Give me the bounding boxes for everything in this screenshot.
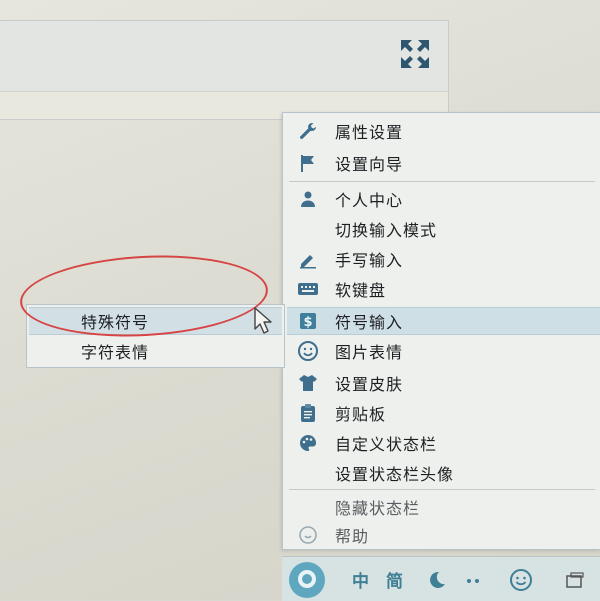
menu-item-label: 属性设置 (335, 123, 404, 142)
smiley-icon (295, 338, 321, 364)
mouse-cursor-icon (254, 307, 272, 334)
menu-item-switch-input-mode[interactable]: 切换输入模式 (287, 215, 600, 243)
menu-item-properties[interactable]: 属性设置 (287, 117, 600, 145)
menu-item-label: 软键盘 (335, 281, 387, 300)
menu-item-label: 自定义状态栏 (335, 435, 438, 454)
menu-item-status-bar-avatar[interactable]: 设置状态栏头像 (287, 459, 600, 487)
ime-logo-icon[interactable] (286, 559, 328, 601)
palette-icon (295, 430, 321, 456)
app-window (0, 20, 449, 120)
moon-icon[interactable] (426, 569, 448, 591)
menu-item-label: 隐藏状态栏 (335, 499, 421, 518)
simplified-toggle[interactable]: 简 (386, 567, 403, 592)
menu-item-label: 剪贴板 (335, 405, 387, 424)
menu-separator (289, 489, 595, 490)
flag-icon (295, 150, 321, 176)
menu-item-label: 设置状态栏头像 (335, 465, 455, 484)
menu-item-handwriting[interactable]: 手写输入 (287, 245, 600, 273)
menu-item-custom-status-bar[interactable]: 自定义状态栏 (287, 429, 600, 457)
menu-item-skin[interactable]: 设置皮肤 (287, 369, 600, 397)
menu-item-hide-status-bar[interactable]: 隐藏状态栏 (287, 493, 600, 521)
submenu-item-label: 字符表情 (81, 343, 150, 362)
menu-item-label: 图片表情 (335, 343, 404, 362)
submenu-item-character-emoticons[interactable]: 字符表情 (29, 337, 282, 365)
menu-separator (289, 181, 595, 182)
keyboard-icon (295, 276, 321, 302)
help-icon (295, 522, 321, 548)
menu-item-label: 设置皮肤 (335, 375, 404, 394)
person-icon (295, 186, 321, 212)
menu-item-label: 个人中心 (335, 191, 404, 210)
dollar-icon: $ (295, 308, 321, 334)
menu-item-label: 符号输入 (335, 313, 404, 332)
wrench-icon (295, 118, 321, 144)
menu-item-label: 设置向导 (335, 155, 404, 174)
pencil-icon (295, 246, 321, 272)
chinese-mode-toggle[interactable]: 中 (352, 567, 369, 592)
ime-status-toolbar: 中 简 (282, 556, 600, 601)
menu-item-personal-center[interactable]: 个人中心 (287, 185, 600, 213)
menu-item-label: 切换输入模式 (335, 221, 438, 240)
punctuation-icon[interactable] (462, 569, 484, 591)
menu-item-emoji[interactable]: 图片表情 (287, 337, 600, 365)
window-icon[interactable] (564, 569, 586, 591)
shirt-icon (295, 370, 321, 396)
menu-item-help[interactable]: 帮助 (287, 521, 600, 549)
menu-item-clipboard[interactable]: 剪贴板 (287, 399, 600, 427)
fullscreen-icon[interactable] (398, 37, 432, 71)
svg-text:$: $ (303, 315, 312, 330)
menu-item-soft-keyboard[interactable]: 软键盘 (287, 275, 600, 303)
app-titlebar (0, 21, 448, 92)
menu-item-symbol-input[interactable]: $ 符号输入 (287, 307, 600, 335)
ime-context-menu: 属性设置 设置向导 个人中心 切换输入模式 手写输入 软键盘 $ 符号输入 图片… (282, 112, 600, 550)
clipboard-icon (295, 400, 321, 426)
menu-item-wizard[interactable]: 设置向导 (287, 149, 600, 177)
menu-item-label: 帮助 (335, 527, 370, 546)
smiley-icon[interactable] (508, 567, 534, 593)
menu-item-label: 手写输入 (335, 251, 404, 270)
